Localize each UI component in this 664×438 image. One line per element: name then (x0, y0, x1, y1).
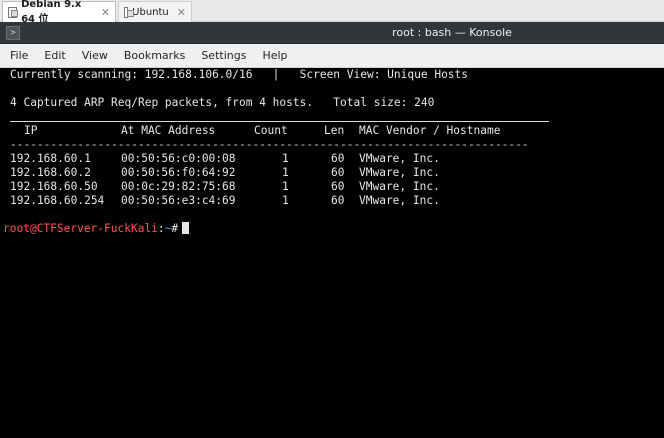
menu-view[interactable]: View (76, 44, 114, 68)
row-count: 1 (282, 166, 289, 179)
row-vendor: VMware, Inc. (359, 152, 440, 165)
close-icon[interactable]: ✕ (101, 6, 110, 19)
text-cursor (182, 222, 190, 234)
row-ip: 192.168.60.50 (10, 180, 98, 193)
row-len: 60 (331, 166, 345, 179)
capture-summary-line: 4 Captured ARP Req/Rep packets, from 4 h… (10, 96, 435, 109)
row-len: 60 (331, 180, 345, 193)
row-count: 1 (282, 180, 289, 193)
menu-help[interactable]: Help (256, 44, 293, 68)
row-ip: 192.168.60.1 (10, 152, 91, 165)
vm-tab-ubuntu[interactable]: Ubuntu ✕ (118, 1, 192, 22)
vm-tab-strip: Debian 9.x 64 位 ✕ Ubuntu ✕ (0, 0, 664, 25)
window-title: root : bash — Konsole (392, 26, 512, 39)
row-ip: 192.168.60.2 (10, 166, 91, 179)
close-icon[interactable]: ✕ (177, 6, 186, 19)
header-ip: IP (24, 124, 38, 137)
prompt-symbol: # (171, 222, 179, 235)
row-count: 1 (282, 152, 289, 165)
vm-tab-label: Ubuntu (132, 6, 169, 18)
vm-icon (124, 6, 135, 18)
row-mac: 00:50:56:f0:64:92 (121, 166, 236, 179)
menu-bar: File Edit View Bookmarks Settings Help (0, 44, 664, 68)
row-mac: 00:50:56:e3:c4:69 (121, 194, 236, 207)
menu-settings[interactable]: Settings (195, 44, 252, 68)
header-len: Len (324, 124, 345, 137)
header-count: Count (254, 124, 288, 137)
header-mac: At MAC Address (121, 124, 216, 137)
menu-file[interactable]: File (4, 44, 34, 68)
menu-bookmarks[interactable]: Bookmarks (118, 44, 191, 68)
row-count: 1 (282, 194, 289, 207)
shell-prompt[interactable]: root@CTFServer-FuckKali:~# (3, 222, 190, 236)
menu-edit[interactable]: Edit (38, 44, 71, 68)
row-ip: 192.168.60.254 (10, 194, 105, 207)
row-vendor: VMware, Inc. (359, 166, 440, 179)
terminal-view[interactable]: Currently scanning: 192.168.106.0/16 | S… (0, 68, 664, 438)
row-mac: 00:50:56:c0:00:08 (121, 152, 236, 165)
header-rule (10, 121, 549, 122)
prompt-separator: : (157, 222, 165, 235)
scan-status-line: Currently scanning: 192.168.106.0/16 | S… (10, 68, 469, 81)
row-len: 60 (331, 152, 345, 165)
header-separator: ----------------------------------------… (10, 138, 529, 151)
row-mac: 00:0c:29:82:75:68 (121, 180, 236, 193)
row-len: 60 (331, 194, 345, 207)
header-vendor: MAC Vendor / Hostname (359, 124, 501, 137)
row-vendor: VMware, Inc. (359, 194, 440, 207)
prompt-user-host: root@CTFServer-FuckKali (3, 222, 158, 235)
vm-tab-debian[interactable]: Debian 9.x 64 位 ✕ (2, 0, 116, 25)
window-titlebar: > root : bash — Konsole (0, 22, 664, 44)
row-vendor: VMware, Inc. (359, 180, 440, 193)
vm-icon (8, 6, 19, 18)
